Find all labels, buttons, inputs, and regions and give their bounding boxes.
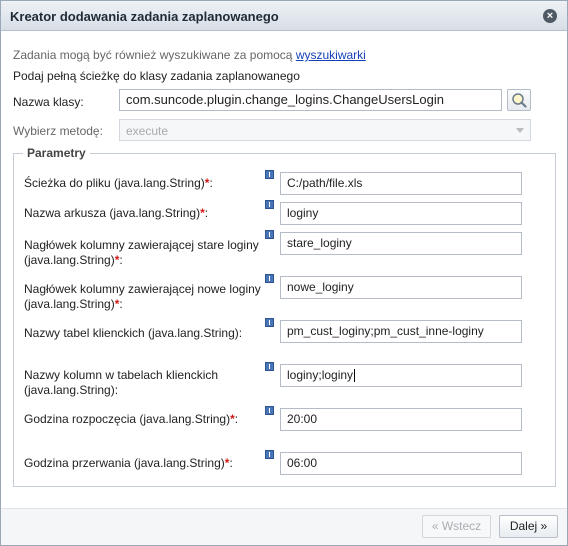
wizard-dialog: Kreator dodawania zadania zaplanowanego … (0, 0, 568, 546)
parameter-label-suffix: : (204, 206, 209, 220)
parameter-label-text: Nazwy tabel klienckich (java.lang.String… (24, 326, 243, 340)
dialog-title: Kreator dodawania zadania zaplanowanego (10, 9, 279, 24)
search-hint: Zadania mogą być również wyszukiwane za … (13, 48, 366, 62)
parameter-label-text: Nagłówek kolumny zawierającej stare logi… (24, 238, 259, 267)
text-cursor (354, 369, 356, 383)
search-hint-text: Zadania mogą być również wyszukiwane za … (13, 48, 296, 62)
parameter-input[interactable]: loginy;loginy (280, 364, 522, 387)
parameter-input[interactable]: stare_loginy (280, 232, 522, 255)
parameter-label-suffix: : (229, 456, 233, 470)
parameter-label: Nazwy tabel klienckich (java.lang.String… (24, 326, 269, 341)
info-icon[interactable] (265, 230, 274, 239)
parameter-input[interactable]: nowe_loginy (280, 276, 522, 299)
close-icon[interactable]: × (543, 9, 557, 23)
parameter-label-text: Nagłówek kolumny zawierającej nowe login… (24, 282, 261, 311)
parameter-label-text: Nazwy kolumn w tabelach klienckich (java… (24, 368, 219, 397)
parameter-input[interactable]: 06:00 (280, 452, 522, 475)
info-icon[interactable] (265, 362, 274, 371)
parameter-input-value: loginy (287, 206, 319, 220)
info-icon[interactable] (265, 450, 274, 459)
parameter-input-value: 06:00 (287, 456, 318, 470)
parameter-label-suffix: : (209, 176, 213, 190)
parameters-legend: Parametry (23, 146, 90, 160)
parameter-label-suffix: : (119, 297, 123, 311)
parameter-label: Nazwy kolumn w tabelach klienckich (java… (24, 368, 269, 398)
parameter-input-value: stare_loginy (287, 236, 352, 250)
parameter-label-text: Godzina przerwania (java.lang.String) (24, 456, 225, 470)
parameter-label: Nazwa arkusza (java.lang.String)*: (24, 206, 269, 221)
parameter-label: Godzina przerwania (java.lang.String)*: (24, 456, 269, 471)
parameter-label: Godzina rozpoczęcia (java.lang.String)*: (24, 412, 269, 427)
next-button[interactable]: Dalej » (499, 515, 558, 538)
dialog-body: Zadania mogą być również wyszukiwane za … (1, 32, 567, 508)
parameter-input-value: pm_cust_loginy;pm_cust_inne-loginy (287, 324, 484, 338)
info-icon[interactable] (265, 274, 274, 283)
info-icon[interactable] (265, 170, 274, 179)
parameter-label-text: Ścieżka do pliku (java.lang.String) (24, 176, 205, 190)
parameter-label-suffix: : (234, 412, 239, 426)
search-engine-link[interactable]: wyszukiwarki (296, 48, 366, 62)
method-label: Wybierz metodę: (13, 124, 103, 138)
parameter-input[interactable]: 20:00 (280, 408, 522, 431)
parameter-input[interactable]: pm_cust_loginy;pm_cust_inne-loginy (280, 320, 522, 343)
chevron-down-icon (516, 128, 524, 133)
method-select-value: execute (126, 124, 169, 138)
dialog-titlebar: Kreator dodawania zadania zaplanowanego … (1, 1, 567, 31)
parameters-fieldset: Parametry Ścieżka do pliku (java.lang.St… (13, 146, 556, 487)
parameter-label-text: Godzina rozpoczęcia (java.lang.String) (24, 412, 231, 426)
back-button[interactable]: « Wstecz (422, 515, 491, 538)
parameter-input[interactable]: C:/path/file.xls (280, 172, 522, 195)
parameter-input[interactable]: loginy (280, 202, 522, 225)
parameter-input-value: C:/path/file.xls (287, 176, 363, 190)
search-icon (512, 93, 527, 108)
parameter-label: Nagłówek kolumny zawierającej nowe login… (24, 282, 269, 312)
info-icon[interactable] (265, 318, 274, 327)
class-path-hint: Podaj pełną ścieżkę do klasy zadania zap… (13, 69, 300, 83)
class-name-label: Nazwa klasy: (13, 95, 84, 109)
class-search-button[interactable] (507, 89, 531, 111)
dialog-footer: « Wstecz Dalej » (1, 508, 567, 545)
info-icon[interactable] (265, 200, 274, 209)
method-select: execute (119, 119, 531, 141)
parameter-label-text: Nazwa arkusza (java.lang.String) (24, 206, 201, 220)
class-name-input[interactable]: com.suncode.plugin.change_logins.ChangeU… (119, 89, 502, 111)
parameter-label-suffix: : (119, 253, 123, 267)
parameter-input-value: 20:00 (287, 412, 318, 426)
parameter-label: Ścieżka do pliku (java.lang.String)*: (24, 176, 269, 191)
parameter-input-value: nowe_loginy (287, 280, 354, 294)
parameter-label: Nagłówek kolumny zawierającej stare logi… (24, 238, 269, 268)
parameter-input-value: loginy;loginy (287, 368, 354, 382)
info-icon[interactable] (265, 406, 274, 415)
